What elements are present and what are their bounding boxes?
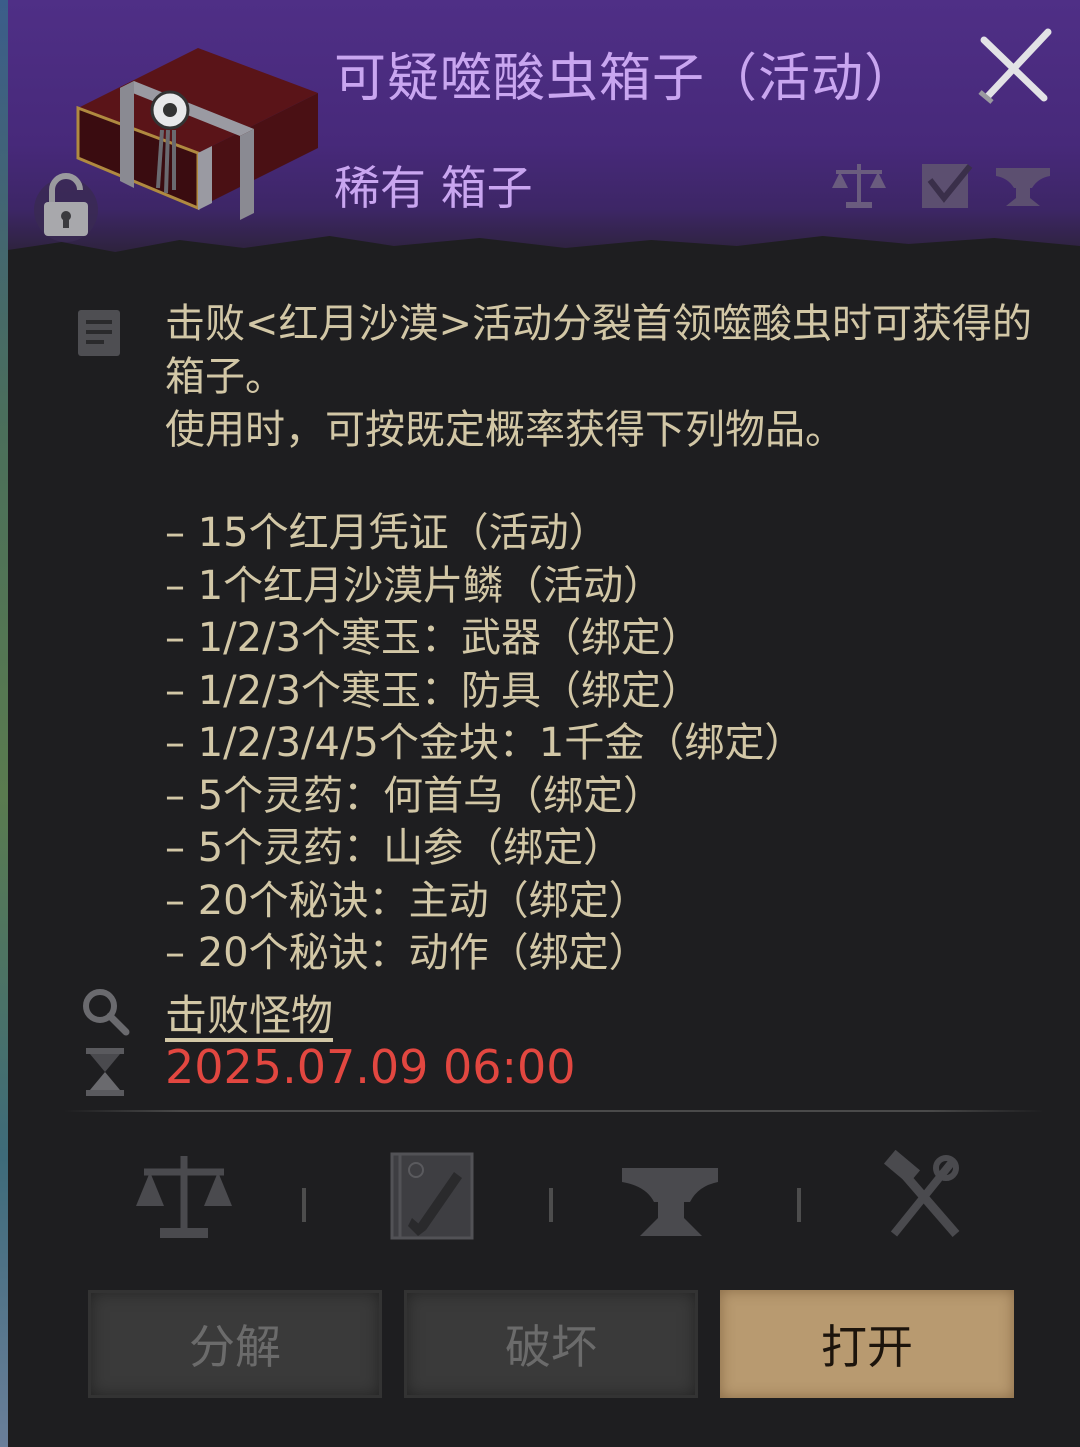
destroy-button[interactable]: 破坏 xyxy=(404,1290,698,1398)
separator xyxy=(302,1188,306,1222)
divider xyxy=(64,1110,1044,1112)
scale-icon[interactable] xyxy=(134,1150,234,1242)
list-item: – 20个秘诀：动作（绑定） xyxy=(165,930,649,976)
list-item: – 1个红月沙漠片鳞（活动） xyxy=(165,562,664,609)
hourglass-icon xyxy=(86,1048,124,1096)
open-button[interactable]: 打开 xyxy=(720,1290,1014,1398)
expiry-datetime: 2025.07.09 06:00 xyxy=(165,1040,576,1094)
list-item: – 5个灵药：何首乌（绑定） xyxy=(165,772,664,819)
separator xyxy=(549,1188,553,1222)
list-item: – 1/2/3/4/5个金块：1千金（绑定） xyxy=(165,720,805,766)
list-item: – 20个秘诀：主动（绑定） xyxy=(165,877,649,924)
item-grade-type: 稀有 箱子 xyxy=(334,161,533,215)
list-item: – 1/2/3个寒玉：防具（绑定） xyxy=(165,667,702,714)
document-icon xyxy=(78,310,120,356)
decompose-button[interactable]: 分解 xyxy=(88,1290,382,1398)
hammer-tongs-icon[interactable] xyxy=(872,1150,972,1242)
list-item: – 1/2/3个寒玉：武器（绑定） xyxy=(165,615,702,661)
checkmark-box-icon xyxy=(922,164,973,208)
anvil-icon[interactable] xyxy=(620,1150,720,1242)
search-icon xyxy=(83,989,130,1036)
anvil-icon xyxy=(996,168,1050,206)
close-icon[interactable] xyxy=(974,26,1056,108)
reward-list: – 15个红月凭证（活动） – 1个红月沙漠片鳞（活动） – 1/2/3个寒玉：… xyxy=(165,507,804,980)
skill-book-icon[interactable] xyxy=(382,1150,482,1242)
unlocked-icon xyxy=(34,173,98,242)
list-item: – 15个红月凭证（活动） xyxy=(165,510,609,556)
background-edge xyxy=(0,0,8,1447)
scale-icon xyxy=(832,164,886,208)
separator xyxy=(797,1188,801,1222)
obtain-source-link[interactable]: 击败怪物 xyxy=(165,982,333,1043)
item-tooltip-panel: 可疑噬酸虫箱子（活动） 稀有 箱子 击败<红月沙漠>活动分裂首领噬酸虫时可获得的… xyxy=(8,0,1080,1447)
item-description: 击败<红月沙漠>活动分裂首领噬酸虫时可获得的箱子。 使用时，可按既定概率获得下列… xyxy=(165,301,1033,453)
list-item: – 5个灵药：山参（绑定） xyxy=(165,825,624,871)
item-name: 可疑噬酸虫箱子（活动） xyxy=(334,49,918,109)
